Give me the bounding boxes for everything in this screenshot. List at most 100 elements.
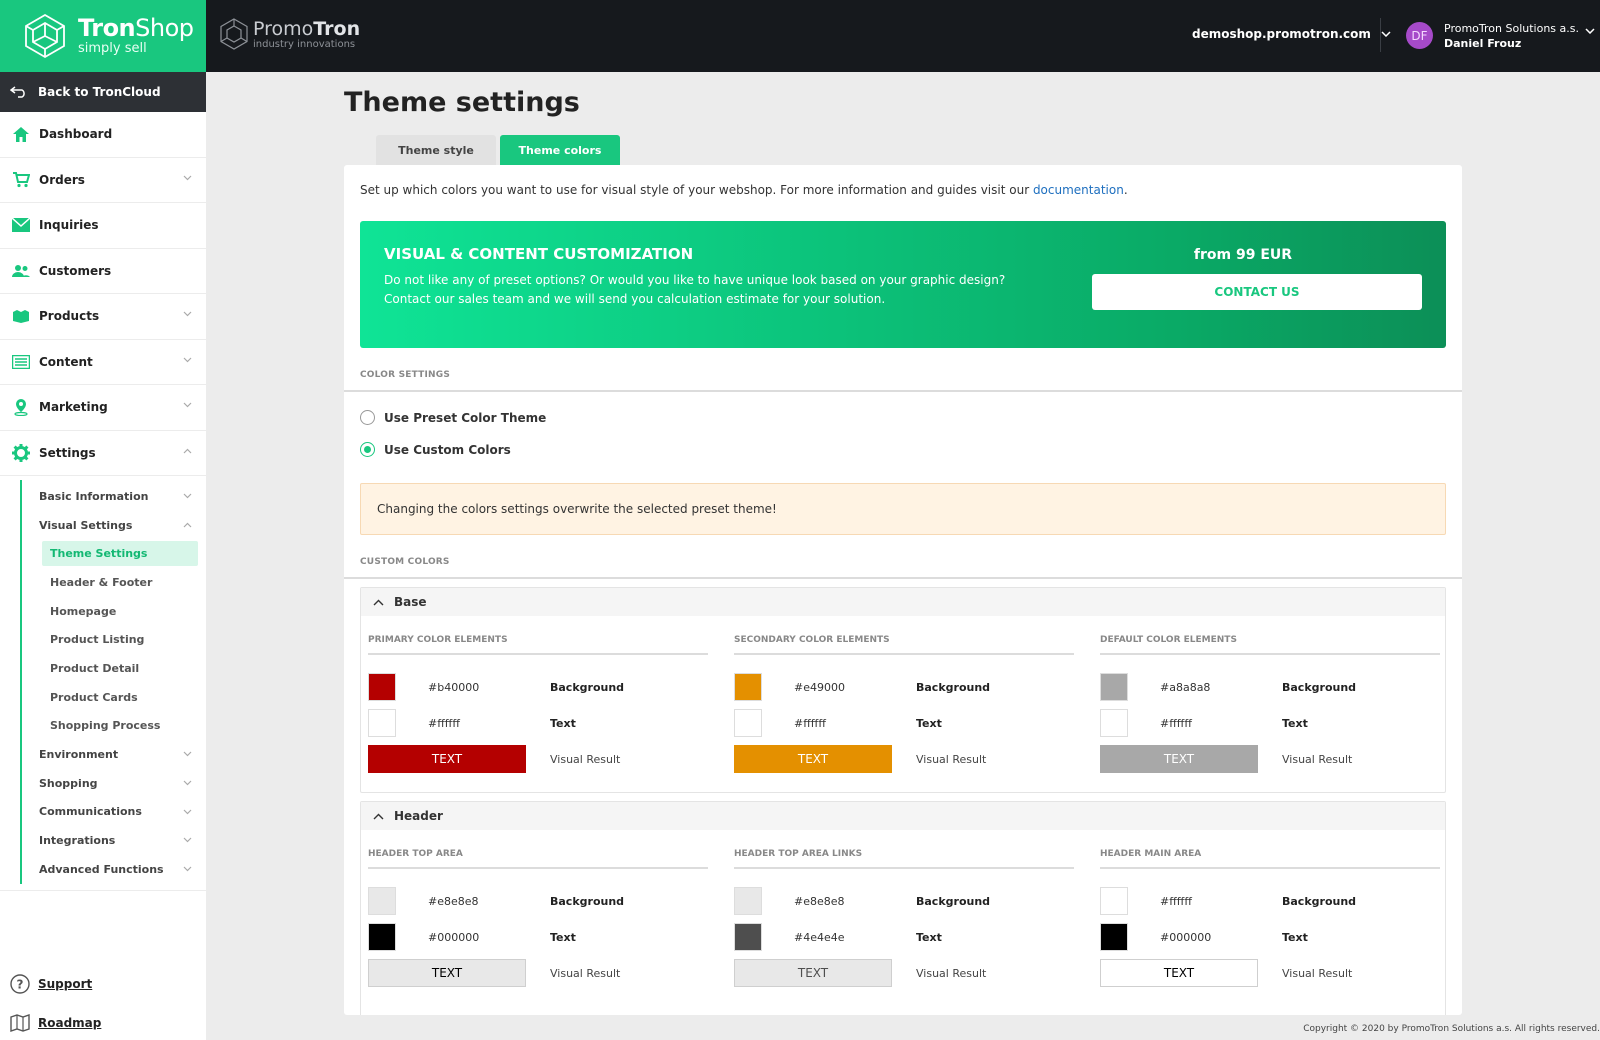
sidebar-item-inquiries[interactable]: Inquiries [0,203,206,249]
sidebar-item-product-cards[interactable]: Product Cards [0,683,206,712]
back-to-troncloud-button[interactable]: Back to TronCloud [0,72,206,112]
sidebar-item-marketing[interactable]: Marketing [0,385,206,431]
visual-result-row: TEXT Visual Result [734,745,1074,773]
color-swatch[interactable] [1100,709,1128,737]
color-swatch[interactable] [368,673,396,701]
support-link[interactable]: ? Support [10,974,92,994]
radio-unchecked[interactable] [360,410,375,425]
color-hex-value[interactable]: #000000 [1160,931,1211,944]
user-menu[interactable]: PromoTron Solutions a.s. Daniel Frouz [1444,21,1579,51]
color-swatch[interactable] [734,887,762,915]
color-swatch[interactable] [1100,887,1128,915]
group-header-header[interactable]: Header [361,802,1445,830]
color-hex-value[interactable]: #a8a8a8 [1160,681,1210,694]
row-label: Background [916,894,991,908]
row-label: Text [916,930,942,944]
question-icon: ? [10,974,30,994]
color-swatch[interactable] [734,923,762,951]
color-hex-value[interactable]: #b40000 [428,681,479,694]
sidebar-item-visual-settings[interactable]: Visual Settings [0,511,206,540]
color-swatch[interactable] [1100,673,1128,701]
visual-result-preview: TEXT [368,959,526,987]
banner-title: VISUAL & CONTENT CUSTOMIZATION [384,245,694,263]
sidebar-item-customers[interactable]: Customers [0,249,206,294]
color-hex-value[interactable]: #ffffff [1160,895,1192,908]
radio-checked[interactable] [360,442,375,457]
visual-result-label: Visual Result [550,752,621,766]
banner-price: from 99 EUR [1193,247,1293,263]
tab-theme-style[interactable]: Theme style [376,135,496,165]
back-arrow-icon [10,86,25,98]
sidebar-item-homepage[interactable]: Homepage [0,597,206,626]
sidebar-item-product-listing[interactable]: Product Listing [0,625,206,654]
group-header-base[interactable]: Base [361,588,1445,616]
chevron-down-icon [183,311,192,317]
color-hex-value[interactable]: #ffffff [794,717,826,730]
brand-logo-area[interactable]: TronShop simply sell [0,0,206,72]
visual-result-row: TEXT Visual Result [1100,959,1440,987]
color-hex-value[interactable]: #000000 [428,931,479,944]
sidebar-item-environment[interactable]: Environment [0,740,206,769]
chevron-down-icon [183,402,192,408]
theme-colors-card: Set up which colors you want to use for … [344,165,1462,1015]
sidebar-item-shopping[interactable]: Shopping [0,769,206,798]
banner-text: Do not like any of preset options? Or wo… [384,273,1006,306]
color-hex-value[interactable]: #e8e8e8 [428,895,479,908]
footer-copyright: Copyright © 2020 by PromoTron Solutions … [1303,1024,1600,1034]
color-swatch[interactable] [1100,923,1128,951]
sidebar-item-integrations[interactable]: Integrations [0,826,206,855]
sidebar-item-advanced-functions[interactable]: Advanced Functions [0,855,206,884]
visual-result-row: TEXT Visual Result [368,745,708,773]
color-hex-value[interactable]: #ffffff [1160,717,1192,730]
section-divider [344,390,1462,392]
color-swatch[interactable] [368,887,396,915]
visual-result-preview: TEXT [1100,745,1258,773]
roadmap-link[interactable]: Roadmap [10,1014,101,1032]
sidebar-item-products[interactable]: Products [0,294,206,340]
color-swatch[interactable] [734,673,762,701]
color-hex-value[interactable]: #e8e8e8 [794,895,845,908]
sidebar-item-product-detail[interactable]: Product Detail [0,654,206,683]
color-swatch[interactable] [734,709,762,737]
visual-result-row: TEXT Visual Result [368,959,708,987]
sidebar-item-settings[interactable]: Settings [0,431,206,476]
documentation-link[interactable]: documentation [1033,183,1124,197]
sidebar-item-orders[interactable]: Orders [0,158,206,203]
sidebar-item-content[interactable]: Content [0,340,206,385]
color-hex-value[interactable]: #e49000 [794,681,845,694]
sidebar-item-basic-information[interactable]: Basic Information [0,482,206,511]
color-swatch[interactable] [368,923,396,951]
sidebar-item-dashboard[interactable]: Dashboard [0,112,206,158]
row-label: Text [1282,930,1308,944]
row-label: Text [916,716,942,730]
map-icon [10,1014,30,1032]
cart-icon [12,171,30,189]
chevron-down-icon [183,357,192,362]
color-swatch[interactable] [368,709,396,737]
column-title: HEADER TOP AREA [368,849,708,869]
contact-us-button[interactable]: CONTACT US [1092,274,1422,310]
shop-selector[interactable]: demoshop.promotron.com [1192,27,1391,41]
column-title: HEADER TOP AREA LINKS [734,849,1074,869]
color-column: HEADER TOP AREA #e8e8e8 Background #000000 T… [368,849,708,999]
color-hex-value[interactable]: #4e4e4e [794,931,845,944]
sidebar-item-shopping-process[interactable]: Shopping Process [0,712,206,741]
promotron-logo-icon [220,18,248,50]
background-color-row: #e8e8e8 Background [368,887,708,915]
tab-theme-colors[interactable]: Theme colors [500,135,620,165]
users-icon [12,262,30,280]
sidebar-item-theme-settings[interactable]: Theme Settings [42,541,198,567]
text-color-row: #4e4e4e Text [734,923,1074,951]
chevron-down-icon [183,866,192,872]
chevron-down-icon[interactable] [1585,28,1595,34]
chevron-up-icon [183,448,192,453]
sidebar-item-communications[interactable]: Communications [0,798,206,827]
color-hex-value[interactable]: #ffffff [428,717,460,730]
color-column: SECONDARY COLOR ELEMENTS #e49000 Backgroun… [734,635,1074,785]
avatar[interactable]: DF [1406,22,1433,49]
color-column: HEADER MAIN AREA #ffffff Background #000000… [1100,849,1440,999]
radio-preset-theme[interactable]: Use Preset Color Theme [360,410,546,425]
sidebar-item-header-footer[interactable]: Header & Footer [0,568,206,597]
radio-custom-colors[interactable]: Use Custom Colors [360,442,511,457]
settings-submenu: Basic Information Visual Settings Theme … [0,476,206,891]
